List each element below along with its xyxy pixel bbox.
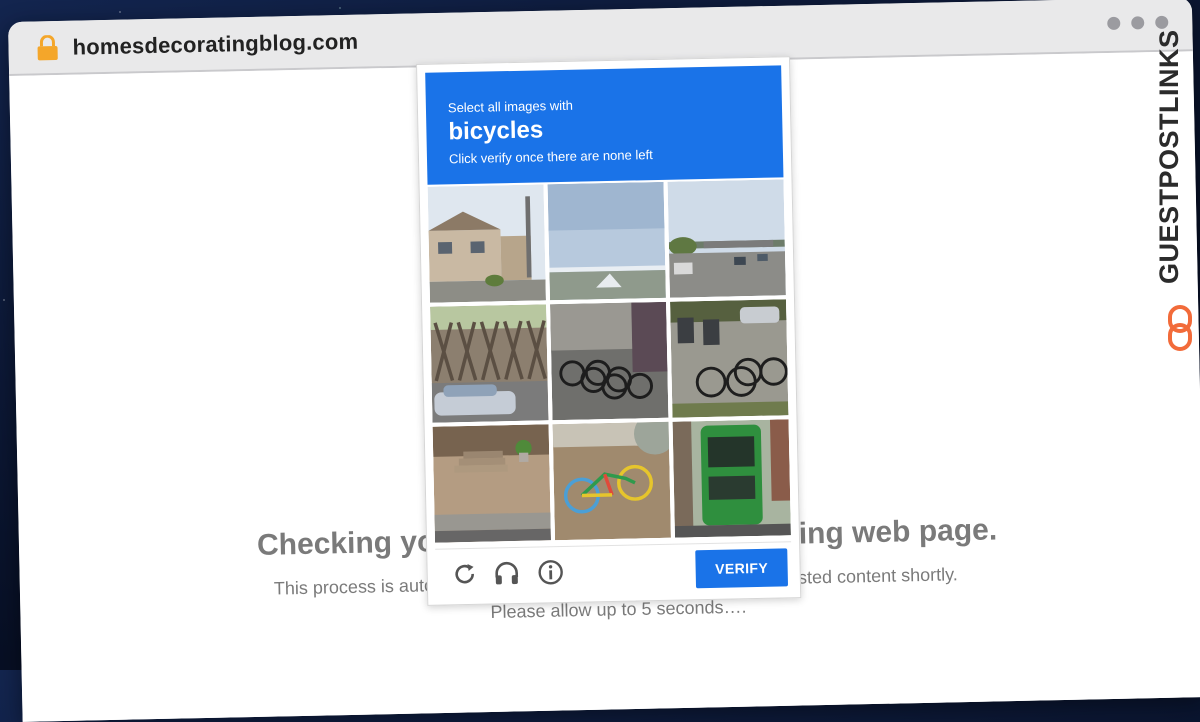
- captcha-tile-houses-street[interactable]: [427, 184, 546, 303]
- captcha-footer: VERIFY: [435, 541, 793, 600]
- address-bar-url[interactable]: homesdecoratingblog.com: [72, 29, 358, 61]
- captcha-tile-highway-cars[interactable]: [667, 179, 786, 298]
- screenshot-stage: homesdecoratingblog.com Checking your br…: [0, 0, 1200, 722]
- menu-dot-icon: [1107, 16, 1121, 30]
- captcha-tile-parked-bicycles[interactable]: [550, 301, 669, 421]
- captcha-tile-colorful-bicycle[interactable]: [552, 421, 671, 541]
- window-menu-dots[interactable]: [1107, 15, 1169, 30]
- chain-link-icon: [1168, 305, 1192, 351]
- reload-icon[interactable]: [451, 561, 478, 588]
- captcha-image-grid: [427, 179, 791, 543]
- captcha-tile-green-bus[interactable]: [672, 419, 791, 538]
- captcha-target-word: bicycles: [448, 116, 544, 146]
- menu-dot-icon: [1131, 16, 1145, 30]
- captcha-header: Select all images with bicycles Click ve…: [425, 65, 784, 185]
- captcha-dialog: Select all images with bicycles Click ve…: [416, 56, 802, 606]
- lock-icon: [37, 34, 58, 61]
- captcha-hint: Click verify once there are none left: [448, 147, 653, 167]
- captcha-tile-sky-bridge[interactable]: [547, 181, 666, 301]
- info-icon[interactable]: [537, 559, 564, 586]
- captcha-select-label: Select all images with: [447, 97, 574, 116]
- captcha-tile-bicycle-rack[interactable]: [670, 299, 789, 418]
- headphones-icon[interactable]: [493, 560, 520, 587]
- verify-button[interactable]: VERIFY: [695, 548, 789, 589]
- brand-logo-text: GUESTPOSTLINKS: [1154, 29, 1184, 284]
- captcha-tile-stone-steps[interactable]: [432, 424, 552, 543]
- menu-dot-icon: [1155, 15, 1169, 29]
- captcha-tile-fence-car[interactable]: [430, 304, 549, 423]
